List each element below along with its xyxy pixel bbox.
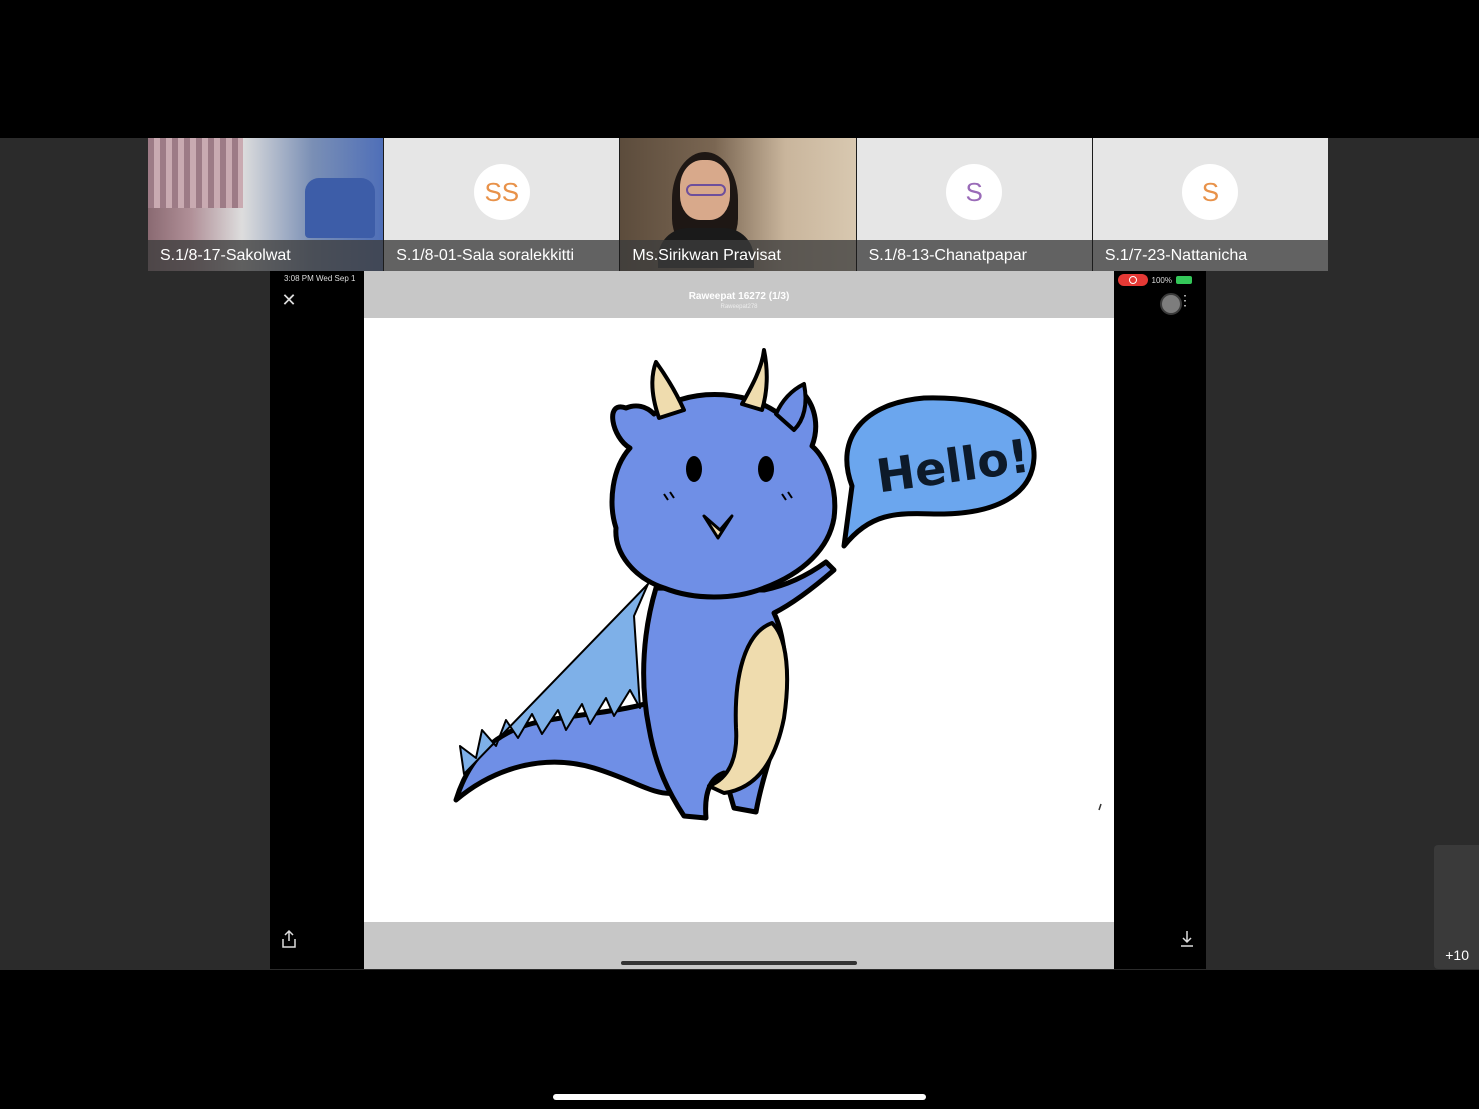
dragon-horn	[740, 348, 769, 412]
avatar: S	[946, 164, 1003, 220]
battery-icon	[1176, 276, 1192, 284]
drawing-canvas: Hello!	[364, 318, 1114, 922]
home-indicator	[553, 1094, 926, 1100]
record-icon	[1117, 274, 1148, 286]
download-icon[interactable]	[1178, 929, 1196, 949]
close-icon[interactable]: ✕	[280, 291, 298, 309]
participant-tile[interactable]: Ms.Sirikwan Pravisat	[619, 138, 856, 271]
participant-name: S.1/8-13-Chanatpapar	[856, 240, 1092, 271]
participant-name: Ms.Sirikwan Pravisat	[620, 240, 856, 271]
participant-name: S.1/8-17-Sakolwat	[148, 240, 384, 271]
overflow-count: +10	[1445, 947, 1469, 963]
status-time: 3:08 PM Wed Sep 1	[284, 274, 356, 283]
status-bar-right: 100%	[1117, 274, 1192, 286]
dragon-drawing: Hello!	[453, 348, 1102, 821]
more-icon[interactable]: ⋮	[1178, 293, 1192, 307]
participant-tile[interactable]: S S.1/7-23-Nattanicha	[1091, 138, 1329, 271]
home-indicator	[621, 961, 857, 965]
more-participants-tile[interactable]: +10	[1434, 845, 1479, 969]
share-icon[interactable]	[280, 929, 298, 949]
participant-strip: S.1/8-17-Sakolwat SS S.1/8-01-Sala soral…	[148, 138, 1329, 271]
dragon-eye	[758, 456, 774, 482]
participant-tile[interactable]: S.1/8-17-Sakolwat	[148, 138, 384, 271]
avatar: SS	[473, 164, 530, 220]
battery-level: 100%	[1151, 275, 1172, 285]
avatar: S	[1182, 164, 1239, 220]
participant-tile[interactable]: SS S.1/8-01-Sala soralekkitti	[383, 138, 620, 271]
shared-screen: 3:08 PM Wed Sep 1 100% ✕ ⋮ Raweepat 1627…	[270, 271, 1206, 969]
viewer-title: Raweepat 16272 (1/3)	[688, 291, 790, 302]
viewer-subtitle: Raweepat278	[720, 304, 758, 310]
image-viewer: Raweepat 16272 (1/3) Raweepat278 Hello!	[364, 271, 1114, 969]
participant-name: S.1/7-23-Nattanicha	[1092, 240, 1329, 271]
dragon-horn	[650, 360, 686, 420]
participant-name: S.1/8-01-Sala soralekkitti	[384, 240, 620, 271]
dragon-head	[609, 391, 838, 600]
dragon-eye	[686, 456, 702, 482]
participant-tile[interactable]: S S.1/8-13-Chanatpapar	[855, 138, 1092, 271]
